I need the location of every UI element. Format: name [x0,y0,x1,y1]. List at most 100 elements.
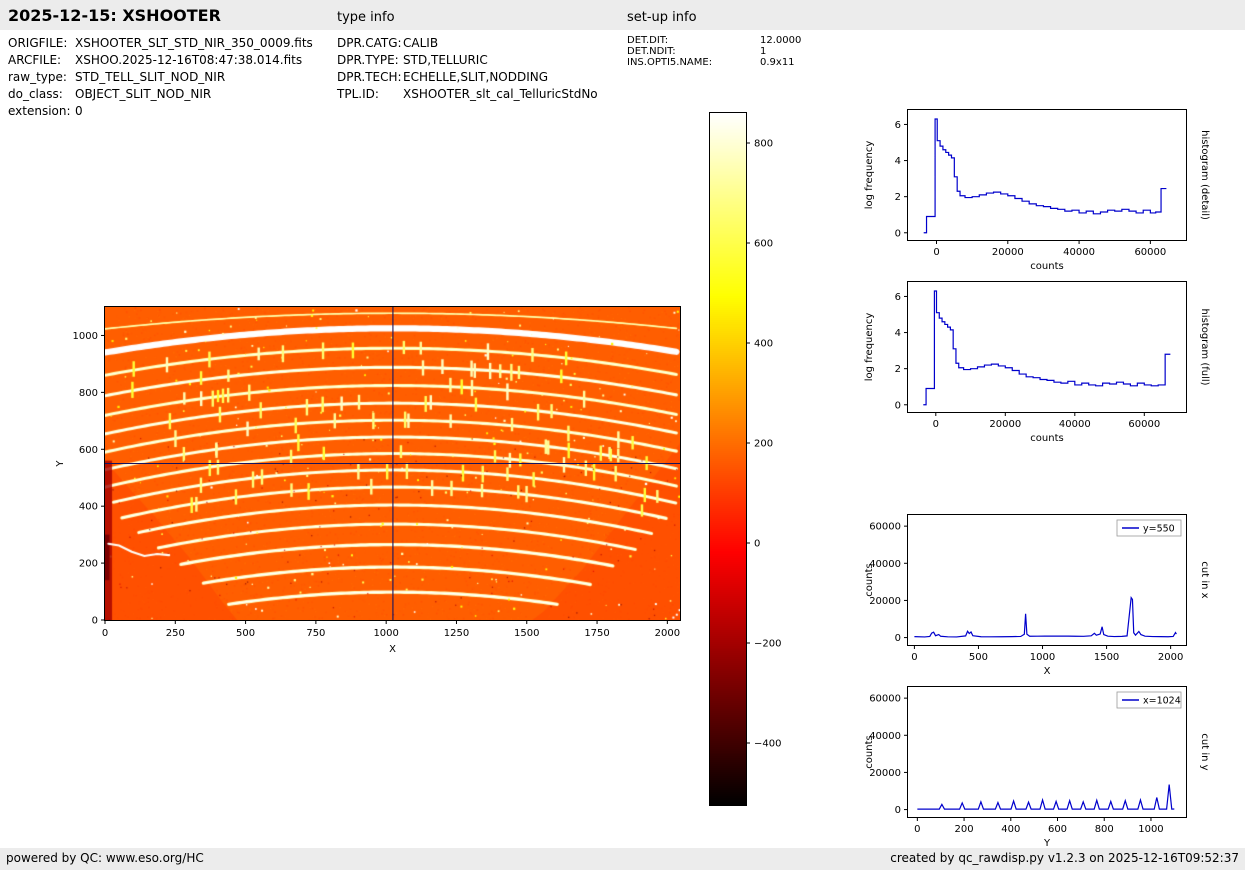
label: X [1044,666,1051,677]
hist_full-line [923,290,1171,406]
label: 750 [306,628,325,639]
plot-hist_detail: 0 20000 40000 60000 0 2 4 6 counts log frequency h… [864,109,1210,272]
metadata-value: OBJECT_SLIT_NOD_NIR [75,87,212,101]
metadata-row-detndit: DET.NDIT: 1 [627,46,801,57]
plot-hist_full: 0 20000 40000 60000 0 2 4 6 counts log frequency h… [864,281,1210,444]
metadata-value: STD_TELL_SLIT_NOD_NIR [75,70,226,84]
metadata-row-rawtype: raw_type: STD_TELL_SLIT_NOD_NIR [8,69,313,86]
label: x=1024 [1143,696,1181,707]
axis-label: histogram (full) [1199,308,1210,385]
label: 20000 [992,247,1024,258]
metadata-label: DET.DIT: [627,35,669,46]
label: 600 [754,239,773,250]
metadata-value: XSHOO.2025-12-16T08:47:38.014.fits [75,53,303,67]
label: 6 [895,120,901,131]
label: −400 [754,739,781,750]
label: 1250 [444,628,469,639]
metadata-row-doclass: do_class: OBJECT_SLIT_NOD_NIR [8,86,313,103]
label: 40000 [1059,419,1091,430]
metadata-label: raw_type: [8,70,67,84]
axis-label: Y [55,460,66,468]
label: 40000 [869,731,901,742]
axis-label: counts [864,563,875,596]
label: counts [1030,261,1063,272]
type-info-block: DPR.CATG:CALIB DPR.TYPE: STD,TELLURIC DPR… [337,35,598,103]
label: 2 [895,364,901,375]
setup-info-block: DET.DIT: 12.0000 DET.NDIT: 1 INS.OPTI5.NAM… [627,35,801,68]
label: 800 [754,139,773,150]
colorbar [710,113,746,805]
setup-info-label: set-up info [627,10,697,25]
label: 0 [914,824,920,835]
metadata-value: ECHELLE,SLIT,NODDING [403,70,549,84]
label: 2000 [655,628,680,639]
label: 20000 [869,768,901,779]
raw-frame-image [105,307,680,620]
label: 1000 [1030,652,1055,663]
label: 20000 [989,419,1021,430]
label: 60000 [869,694,901,705]
label: 2000 [1158,652,1183,663]
metadata-value: 0.9x11 [760,57,795,68]
label: 1000 [1138,824,1163,835]
metadata-row-insopti5: INS.OPTI5.NAME: 0.9x11 [627,57,801,68]
axis-label: cut in x [1199,561,1210,598]
metadata-label: do_class: [8,87,63,101]
label: 4 [895,328,901,339]
metadata-row-dprtype: DPR.TYPE: STD,TELLURIC [337,52,598,69]
metadata-row-detdit: DET.DIT: 12.0000 [627,35,801,46]
metadata-value: 0 [75,104,83,118]
metadata-row-arcfile: ARCFILE: XSHOO.2025-12-16T08:47:38.014.fi… [8,52,313,69]
footer-credit-qc: powered by QC: www.eso.org/HC [6,851,204,865]
metadata-label: DPR.CATG: [337,36,402,50]
label: y=550 [1143,524,1175,535]
metadata-label: DPR.TYPE: [337,53,399,67]
metadata-value: 12.0000 [760,35,802,46]
label: 0 [754,539,760,550]
label: 400 [1001,824,1020,835]
axis-label: counts [864,735,875,768]
label: 40000 [1063,247,1095,258]
label: 200 [955,824,974,835]
metadata-value: CALIB [403,36,439,50]
label: 400 [754,339,773,350]
cut_y-line [917,784,1175,810]
metadata-label: DPR.TECH: [337,70,402,84]
metadata-row-origfile: ORIGFILE: XSHOOTER_SLT_STD_NIR_350_0009.f… [8,35,313,52]
label: 6 [895,292,901,303]
metadata-row-dprtech: DPR.TECH:ECHELLE,SLIT,NODDING [337,69,598,86]
legend: x=1024 [1116,691,1182,709]
type-info-label: type info [337,10,395,25]
label: 0 [933,419,939,430]
label: 0 [102,628,108,639]
plot-cut_x: 0 500 1000 1500 20000200004000060000Xcounts c… [864,514,1210,677]
legend: y=550 [1116,519,1182,537]
label: 2 [895,192,901,203]
label: 0 [895,633,901,644]
label: 0 [895,805,901,816]
label: 600 [79,445,98,456]
metadata-label: DET.NDIT: [627,46,676,57]
metadata-row-dprcatg: DPR.CATG:CALIB [337,35,598,52]
label: 200 [79,559,98,570]
label: counts [1030,433,1063,444]
metadata-label: INS.OPTI5.NAME: [627,57,713,68]
label: 1750 [584,628,609,639]
axis-label: log frequency [864,141,875,210]
label: 1500 [1094,652,1119,663]
label: 1000 [73,331,98,342]
metadata-value: 1 [760,46,767,57]
hist_detail-line [923,118,1167,234]
label: X [389,644,396,655]
label: 60000 [1134,247,1166,258]
page-title: 2025-12-15: XSHOOTER [8,6,221,25]
label: 40000 [869,559,901,570]
label: 800 [1095,824,1114,835]
file-info-block: ORIGFILE: XSHOOTER_SLT_STD_NIR_350_0009.f… [8,35,313,120]
metadata-row-tplid: TPL.ID: XSHOOTER_slt_cal_TelluricStdNo [337,86,598,103]
label: 0 [895,400,901,411]
label: −200 [754,639,781,650]
footer-created-by: created by qc_rawdisp.py v1.2.3 on 2025-… [890,851,1239,865]
plot-cut_y: 0 200 400 600 800 10000200004000060000Ycounts… [864,686,1210,849]
axis-label: log frequency [864,313,875,382]
